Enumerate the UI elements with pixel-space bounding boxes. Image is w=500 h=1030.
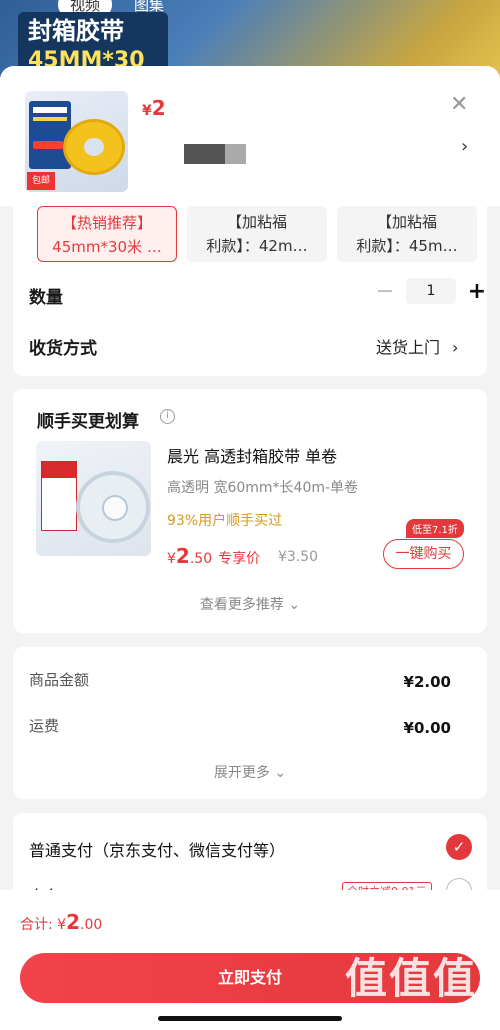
- goods-amount-label: 商品金额: [29, 671, 90, 689]
- addon-card: 顺手买更划算 i 晨光 高透封箱胶带 单卷 高透明 宽60mm*长40m-单卷 …: [13, 389, 487, 633]
- discount-badge: 低至7.1折: [406, 519, 464, 538]
- order-total: 合计: ¥2.00: [20, 910, 103, 934]
- shipping-method[interactable]: 送货上门 ›: [376, 334, 458, 358]
- quantity-plus-button[interactable]: +: [462, 279, 492, 304]
- spec-card: 【热销推荐】 45mm*30米 … 【加粘福 利款】：42m… 【加粘福 利款】：45…: [13, 206, 487, 376]
- redacted-spec: [184, 144, 246, 164]
- shipping-label: 收货方式: [29, 339, 97, 359]
- spec-option-3[interactable]: 【加粘福 利款】：45m…: [337, 206, 477, 262]
- chevron-right-icon[interactable]: ›: [461, 136, 468, 157]
- spec-option-1[interactable]: 【热销推荐】 45mm*30米 …: [37, 206, 177, 262]
- watermark-logo: 值值值 zhizhizhi.com: [345, 954, 478, 1023]
- addon-title: 顺手买更划算: [37, 412, 139, 432]
- quantity-minus-button[interactable]: −: [370, 279, 400, 304]
- goods-amount-value: ¥2.00: [403, 673, 451, 691]
- close-icon[interactable]: ✕: [450, 92, 468, 117]
- addon-product-name[interactable]: 晨光 高透封箱胶带 单卷: [167, 443, 337, 467]
- addon-stat: 93%用户顺手买过: [167, 513, 283, 529]
- spec-option-2[interactable]: 【加粘福 利款】：42m…: [187, 206, 327, 262]
- product-header: 包邮 ¥2 ✕ ›: [0, 66, 500, 206]
- checkout-sheet: 包邮 ¥2 ✕ › 【热销推荐】 45mm*30米 … 【加粘福 利款】：42m… …: [0, 66, 500, 1030]
- spec-options: 【热销推荐】 45mm*30米 … 【加粘福 利款】：42m… 【加粘福 利款】：45…: [37, 206, 477, 262]
- addon-original-price: ¥3.50: [278, 549, 319, 565]
- quantity-stepper: − 1 +: [370, 278, 492, 304]
- addon-price: ¥2.50 专享价: [167, 544, 261, 568]
- banner-title: 封箱胶带: [28, 17, 124, 45]
- amount-card: 商品金额 ¥2.00 运费 ¥0.00 展开更多 ⌄: [13, 647, 487, 799]
- payment-option-normal[interactable]: 普通支付（京东支付、微信支付等）: [29, 837, 285, 861]
- quantity-label: 数量: [29, 288, 63, 308]
- thumb-badge: 包邮: [27, 172, 55, 190]
- addon-product-image[interactable]: [36, 441, 151, 556]
- info-icon[interactable]: i: [160, 409, 175, 424]
- check-icon[interactable]: ✓: [446, 834, 472, 860]
- shipping-fee-label: 运费: [29, 717, 60, 735]
- product-price: ¥2: [142, 96, 166, 120]
- product-thumbnail: 包邮: [25, 91, 128, 192]
- more-recommendations-link[interactable]: 查看更多推荐 ⌄: [13, 594, 487, 614]
- addon-product-desc: 高透明 宽60mm*长40m-单卷: [167, 480, 359, 496]
- one-click-buy-button[interactable]: 一键购买: [383, 539, 464, 569]
- home-indicator[interactable]: [158, 1016, 342, 1021]
- bottom-bar: 合计: ¥2.00 立即支付 值值值 zhizhizhi.com: [0, 890, 500, 1030]
- chevron-right-icon: ›: [452, 338, 459, 357]
- quantity-input[interactable]: 1: [406, 278, 456, 304]
- shipping-fee-value: ¥0.00: [403, 719, 451, 737]
- expand-more-link[interactable]: 展开更多 ⌄: [13, 762, 487, 782]
